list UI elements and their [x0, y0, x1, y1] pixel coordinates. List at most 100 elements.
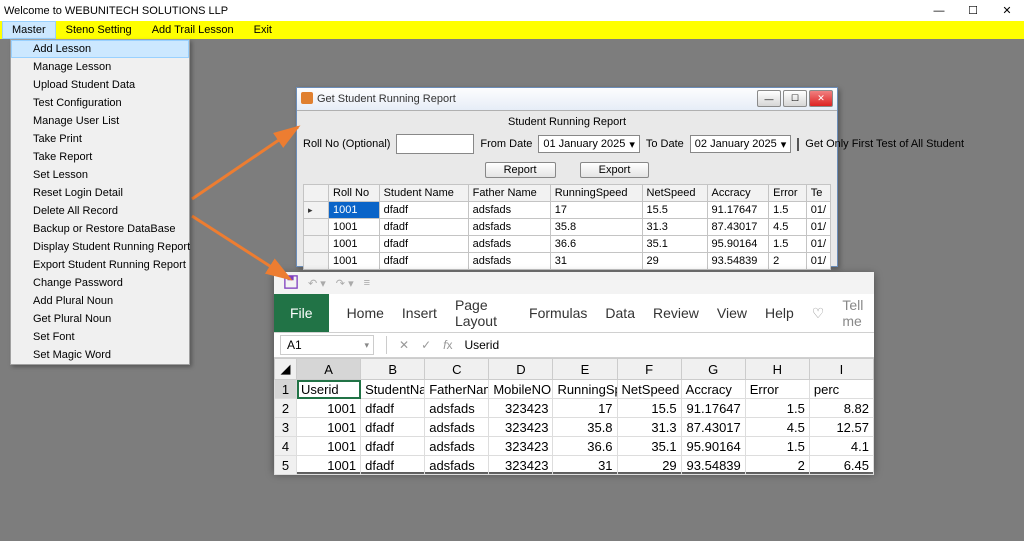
tab-view[interactable]: View [717, 305, 747, 321]
export-button[interactable]: Export [580, 162, 650, 178]
colhdr-e[interactable]: E [553, 359, 617, 380]
ditem-set-magic-word[interactable]: Set Magic Word [11, 346, 189, 364]
ditem-take-report[interactable]: Take Report [11, 148, 189, 166]
rollno-input[interactable] [396, 134, 474, 154]
tab-home[interactable]: Home [347, 305, 384, 321]
report-minimize[interactable]: — [757, 90, 781, 107]
ditem-set-lesson[interactable]: Set Lesson [11, 166, 189, 184]
todate-label: To Date [646, 138, 684, 150]
ditem-display-running-report[interactable]: Display Student Running Report [11, 238, 189, 256]
col-fathername[interactable]: Father Name [468, 185, 550, 202]
window-close[interactable]: ✕ [990, 0, 1024, 21]
colhdr-f[interactable]: F [617, 359, 681, 380]
chevron-down-icon: ▾ [781, 138, 787, 151]
ditem-delete-all-record[interactable]: Delete All Record [11, 202, 189, 220]
fromdate-label: From Date [480, 138, 532, 150]
ditem-export-running-report[interactable]: Export Student Running Report [11, 256, 189, 274]
grid-row[interactable]: 1001dfadfadsfads35.831.387.430174.501/ [304, 219, 831, 236]
firsttest-checkbox[interactable] [797, 138, 799, 151]
report-window-title: Get Student Running Report [317, 93, 456, 105]
ditem-take-print[interactable]: Take Print [11, 130, 189, 148]
tab-review[interactable]: Review [653, 305, 699, 321]
col-rollno[interactable]: Roll No [329, 185, 380, 202]
chevron-down-icon: ▾ [629, 138, 635, 151]
col-accracy[interactable]: Accracy [707, 185, 769, 202]
excel-row[interactable]: 41001dfadfadsfads32342336.635.195.901641… [275, 437, 874, 456]
window-maximize[interactable]: ☐ [956, 0, 990, 21]
tab-help[interactable]: Help [765, 305, 794, 321]
excel-row[interactable]: 51001dfadfadsfads323423312993.5483926.45 [275, 456, 874, 475]
report-grid[interactable]: Roll No Student Name Father Name Running… [303, 184, 831, 270]
cancel-icon[interactable]: ✕ [393, 338, 415, 352]
colhdr-i[interactable]: I [809, 359, 873, 380]
colhdr-d[interactable]: D [489, 359, 553, 380]
tab-file[interactable]: File [274, 294, 329, 332]
col-te[interactable]: Te [806, 185, 830, 202]
ditem-reset-login-detail[interactable]: Reset Login Detail [11, 184, 189, 202]
col-runningspeed[interactable]: RunningSpeed [550, 185, 642, 202]
titlebar: Welcome to WEBUNITECH SOLUTIONS LLP — ☐ … [0, 0, 1024, 22]
col-netspeed[interactable]: NetSpeed [642, 185, 707, 202]
grid-row[interactable]: 1001dfadfadsfads312993.54839201/ [304, 253, 831, 270]
excel-row[interactable]: 31001dfadfadsfads32342335.831.387.430174… [275, 418, 874, 437]
name-box[interactable]: A1 [280, 335, 374, 355]
redo-icon[interactable]: ↷ ▾ [336, 277, 354, 290]
tab-page-layout[interactable]: Page Layout [455, 297, 511, 329]
app-icon [301, 92, 313, 104]
menubar: Master Steno Setting Add Trail Lesson Ex… [0, 21, 1024, 39]
formula-bar-row: A1 ✕ ✓ fx [274, 333, 874, 358]
excel-window: ↶ ▾ ↷ ▾ ≡ File Home Insert Page Layout F… [274, 272, 874, 472]
colhdr-g[interactable]: G [681, 359, 745, 380]
report-window: Get Student Running Report — ☐ ✕ Student… [296, 87, 838, 267]
tell-me[interactable]: Tell me [842, 297, 874, 329]
window-title: Welcome to WEBUNITECH SOLUTIONS LLP [4, 5, 228, 17]
report-maximize[interactable]: ☐ [783, 90, 807, 107]
grid-row[interactable]: 1001dfadfadsfads36.635.195.901641.501/ [304, 236, 831, 253]
col-error[interactable]: Error [769, 185, 807, 202]
menu-steno-setting[interactable]: Steno Setting [56, 21, 142, 39]
master-dropdown: Add Lesson Manage Lesson Upload Student … [10, 39, 190, 365]
col-studentname[interactable]: Student Name [379, 185, 468, 202]
ditem-add-plural-noun[interactable]: Add Plural Noun [11, 292, 189, 310]
select-all-corner[interactable]: ◢ [275, 359, 297, 380]
colhdr-b[interactable]: B [361, 359, 425, 380]
grid-row[interactable]: 1001dfadfadsfads1715.591.176471.501/ [304, 202, 831, 219]
colhdr-h[interactable]: H [745, 359, 809, 380]
save-icon[interactable] [284, 275, 298, 292]
ditem-manage-user-list[interactable]: Manage User List [11, 112, 189, 130]
menu-exit[interactable]: Exit [244, 21, 282, 39]
window-minimize[interactable]: — [922, 0, 956, 21]
menu-master[interactable]: Master [2, 21, 56, 39]
ditem-add-lesson[interactable]: Add Lesson [11, 40, 189, 58]
report-button[interactable]: Report [485, 162, 556, 178]
fx-icon[interactable]: fx [437, 338, 458, 352]
ditem-change-password[interactable]: Change Password [11, 274, 189, 292]
rollno-label: Roll No (Optional) [303, 138, 390, 150]
ditem-get-plural-noun[interactable]: Get Plural Noun [11, 310, 189, 328]
ditem-upload-student-data[interactable]: Upload Student Data [11, 76, 189, 94]
excel-grid[interactable]: ◢ A B C D E F G H I 1 UseridStudentNaFat… [274, 358, 874, 475]
report-titlebar[interactable]: Get Student Running Report — ☐ ✕ [297, 88, 837, 111]
tab-insert[interactable]: Insert [402, 305, 437, 321]
enter-icon[interactable]: ✓ [415, 338, 437, 352]
firsttest-label: Get Only First Test of All Student [805, 138, 964, 150]
ditem-manage-lesson[interactable]: Manage Lesson [11, 58, 189, 76]
ditem-test-configuration[interactable]: Test Configuration [11, 94, 189, 112]
report-close[interactable]: ✕ [809, 90, 833, 107]
excel-ribbon: File Home Insert Page Layout Formulas Da… [274, 294, 874, 333]
menu-add-trail-lesson[interactable]: Add Trail Lesson [142, 21, 244, 39]
formula-bar[interactable] [458, 336, 874, 354]
ditem-set-font[interactable]: Set Font [11, 328, 189, 346]
fromdate-picker[interactable]: 01 January 2025▾ [538, 135, 639, 153]
lightbulb-icon: ♡ [812, 305, 825, 322]
excel-row[interactable]: 1 UseridStudentNaFatherNamMobileNORunnin… [275, 380, 874, 399]
undo-icon[interactable]: ↶ ▾ [308, 277, 326, 290]
ditem-backup-restore[interactable]: Backup or Restore DataBase [11, 220, 189, 238]
tab-formulas[interactable]: Formulas [529, 305, 587, 321]
colhdr-a[interactable]: A [297, 359, 361, 380]
excel-row[interactable]: 21001dfadfadsfads3234231715.591.176471.5… [275, 399, 874, 418]
colhdr-c[interactable]: C [425, 359, 489, 380]
todate-picker[interactable]: 02 January 2025▾ [690, 135, 791, 153]
qat-customize-icon[interactable]: ≡ [364, 277, 370, 289]
tab-data[interactable]: Data [605, 305, 635, 321]
